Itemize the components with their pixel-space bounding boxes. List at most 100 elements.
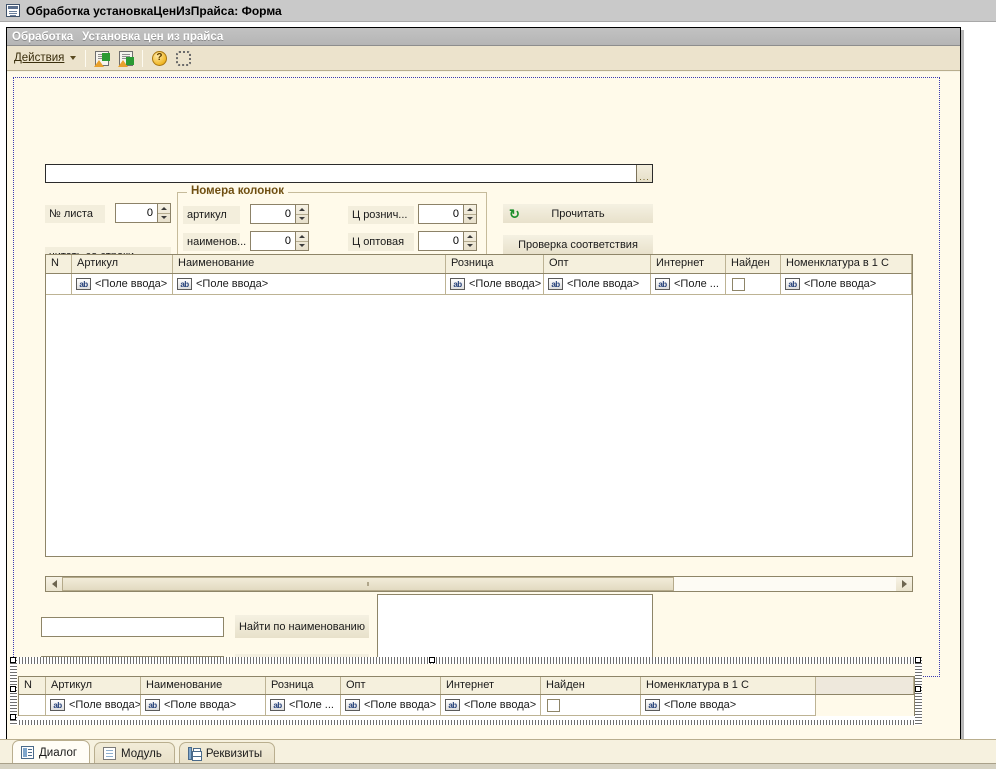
cell-nomenclature[interactable]: ab <Поле ввода> xyxy=(641,695,816,716)
bottom-col-retail[interactable]: Розница xyxy=(266,677,341,694)
actions-menu-button[interactable]: Действия xyxy=(11,50,80,66)
cell-wholesale[interactable]: ab <Поле ввода> xyxy=(341,695,441,716)
main-col-article[interactable]: Артикул xyxy=(72,255,173,273)
cell-retail-text: <Поле ввода> xyxy=(469,278,541,290)
price-retail-spinner[interactable] xyxy=(463,204,477,224)
bottom-col-wholesale[interactable]: Опт xyxy=(341,677,441,694)
form-window-icon xyxy=(6,4,20,17)
column-name-input[interactable]: 0 xyxy=(250,231,295,251)
import-button[interactable] xyxy=(91,48,113,69)
main-col-retail[interactable]: Розница xyxy=(446,255,544,273)
tab-dialog[interactable]: Диалог xyxy=(12,740,90,764)
cell-wholesale[interactable]: ab <Поле ввода> xyxy=(544,274,651,295)
read-button[interactable]: ↻ Прочитать xyxy=(503,204,653,223)
price-retail-input[interactable]: 0 xyxy=(418,204,463,224)
column-name-field[interactable]: 0 xyxy=(250,231,309,251)
scroll-thumb-grip xyxy=(367,582,369,586)
bottom-col-article[interactable]: Артикул xyxy=(46,677,141,694)
tab-module[interactable]: Модуль xyxy=(94,742,175,764)
cell-n[interactable] xyxy=(46,274,72,295)
price-wholesale-field[interactable]: 0 xyxy=(418,231,477,251)
check-match-button[interactable]: Проверка соответствия xyxy=(503,235,653,254)
cell-nomenclature[interactable]: ab <Поле ввода> xyxy=(781,274,912,295)
spinner-up-icon xyxy=(296,232,308,242)
main-col-n[interactable]: N xyxy=(46,255,72,273)
selection-dot-tc[interactable] xyxy=(429,657,435,663)
export-icon xyxy=(119,51,133,66)
input-field-icon: ab xyxy=(50,699,65,711)
bottom-col-empty[interactable] xyxy=(816,677,914,694)
file-path-field[interactable]: ... xyxy=(45,164,653,183)
price-wholesale-spinner[interactable] xyxy=(463,231,477,251)
bottom-table[interactable]: N Артикул Наименование Розница Опт Интер… xyxy=(18,676,915,720)
bottom-col-nomenclature[interactable]: Номенклатура в 1 С xyxy=(641,677,816,694)
input-field-icon: ab xyxy=(445,699,460,711)
selection-handle-top[interactable] xyxy=(10,657,922,664)
found-checkbox[interactable] xyxy=(732,278,745,291)
cell-article[interactable]: ab <Поле ввода> xyxy=(72,274,173,295)
main-col-found[interactable]: Найден xyxy=(726,255,781,273)
spinner-down-icon xyxy=(296,215,308,224)
found-checkbox[interactable] xyxy=(547,699,560,712)
main-table-header-row: N Артикул Наименование Розница Опт Интер… xyxy=(46,255,912,274)
cell-empty[interactable] xyxy=(816,695,914,716)
selection-dot-ml[interactable] xyxy=(10,686,16,692)
selection-dot-tr[interactable] xyxy=(915,657,921,663)
price-retail-field[interactable]: 0 xyxy=(418,204,477,224)
selection-dot-bl[interactable] xyxy=(10,714,16,720)
browse-button[interactable]: ... xyxy=(636,165,652,182)
scroll-left-button[interactable] xyxy=(46,577,62,591)
tab-properties-label: Реквизиты xyxy=(206,748,262,760)
cell-found[interactable] xyxy=(541,695,641,716)
bottom-col-found[interactable]: Найден xyxy=(541,677,641,694)
export-button[interactable] xyxy=(115,48,137,69)
bottom-table-header-row: N Артикул Наименование Розница Опт Интер… xyxy=(18,676,915,695)
sheet-number-spinner[interactable] xyxy=(157,203,171,223)
main-col-internet[interactable]: Интернет xyxy=(651,255,726,273)
cell-article[interactable]: ab <Поле ввода> xyxy=(46,695,141,716)
sheet-number-input[interactable]: 0 xyxy=(115,203,157,223)
price-wholesale-input[interactable]: 0 xyxy=(418,231,463,251)
cell-found[interactable] xyxy=(726,274,781,295)
scroll-track[interactable] xyxy=(62,577,896,591)
table-row[interactable]: ab <Поле ввода> ab <Поле ввода> ab <Поле… xyxy=(46,274,912,295)
column-name-spinner[interactable] xyxy=(295,231,309,251)
column-article-spinner[interactable] xyxy=(295,204,309,224)
help-button[interactable]: ? xyxy=(148,48,170,69)
selection-dot-tl[interactable] xyxy=(10,657,16,663)
scroll-right-button[interactable] xyxy=(896,577,912,591)
main-table[interactable]: N Артикул Наименование Розница Опт Интер… xyxy=(45,254,913,557)
cell-name[interactable]: ab <Поле ввода> xyxy=(141,695,266,716)
sheet-number-field[interactable]: 0 xyxy=(115,203,171,223)
cell-internet-text: <Поле ввода> xyxy=(464,699,536,711)
cell-n[interactable] xyxy=(19,695,46,716)
scroll-thumb[interactable] xyxy=(62,577,674,591)
selection-frame-button[interactable] xyxy=(172,48,194,69)
selected-table-panel[interactable]: N Артикул Наименование Розница Опт Интер… xyxy=(10,657,922,725)
cell-retail[interactable]: ab <Поле ввода> xyxy=(446,274,544,295)
main-col-name[interactable]: Наименование xyxy=(173,255,446,273)
cell-retail[interactable]: ab <Поле ... xyxy=(266,695,341,716)
main-table-hscrollbar[interactable] xyxy=(45,576,913,592)
column-article-field[interactable]: 0 xyxy=(250,204,309,224)
selection-dot-mr[interactable] xyxy=(915,686,921,692)
actions-menu-label: Действия xyxy=(14,52,64,64)
window-title: Обработка установкаЦенИзПрайса: Форма xyxy=(26,4,282,18)
file-path-input[interactable] xyxy=(46,165,636,182)
search-by-name-button[interactable]: Найти по наименованию xyxy=(235,615,369,638)
selection-frame-icon xyxy=(176,51,191,66)
search-name-input-wrap[interactable] xyxy=(41,617,224,637)
search-name-input[interactable] xyxy=(42,618,223,636)
bottom-col-name[interactable]: Наименование xyxy=(141,677,266,694)
main-col-wholesale[interactable]: Опт xyxy=(544,255,651,273)
tab-properties[interactable]: Реквизиты xyxy=(179,742,275,764)
column-article-input[interactable]: 0 xyxy=(250,204,295,224)
cell-internet[interactable]: ab <Поле ... xyxy=(651,274,726,295)
cell-internet[interactable]: ab <Поле ввода> xyxy=(441,695,541,716)
bottom-col-n[interactable]: N xyxy=(19,677,46,694)
cell-name[interactable]: ab <Поле ввода> xyxy=(173,274,446,295)
main-col-nomenclature[interactable]: Номенклатура в 1 С xyxy=(781,255,912,273)
bottom-col-internet[interactable]: Интернет xyxy=(441,677,541,694)
column-article-label: артикул xyxy=(183,206,240,224)
table-row[interactable]: ab <Поле ввода> ab <Поле ввода> ab <Поле… xyxy=(19,695,914,716)
